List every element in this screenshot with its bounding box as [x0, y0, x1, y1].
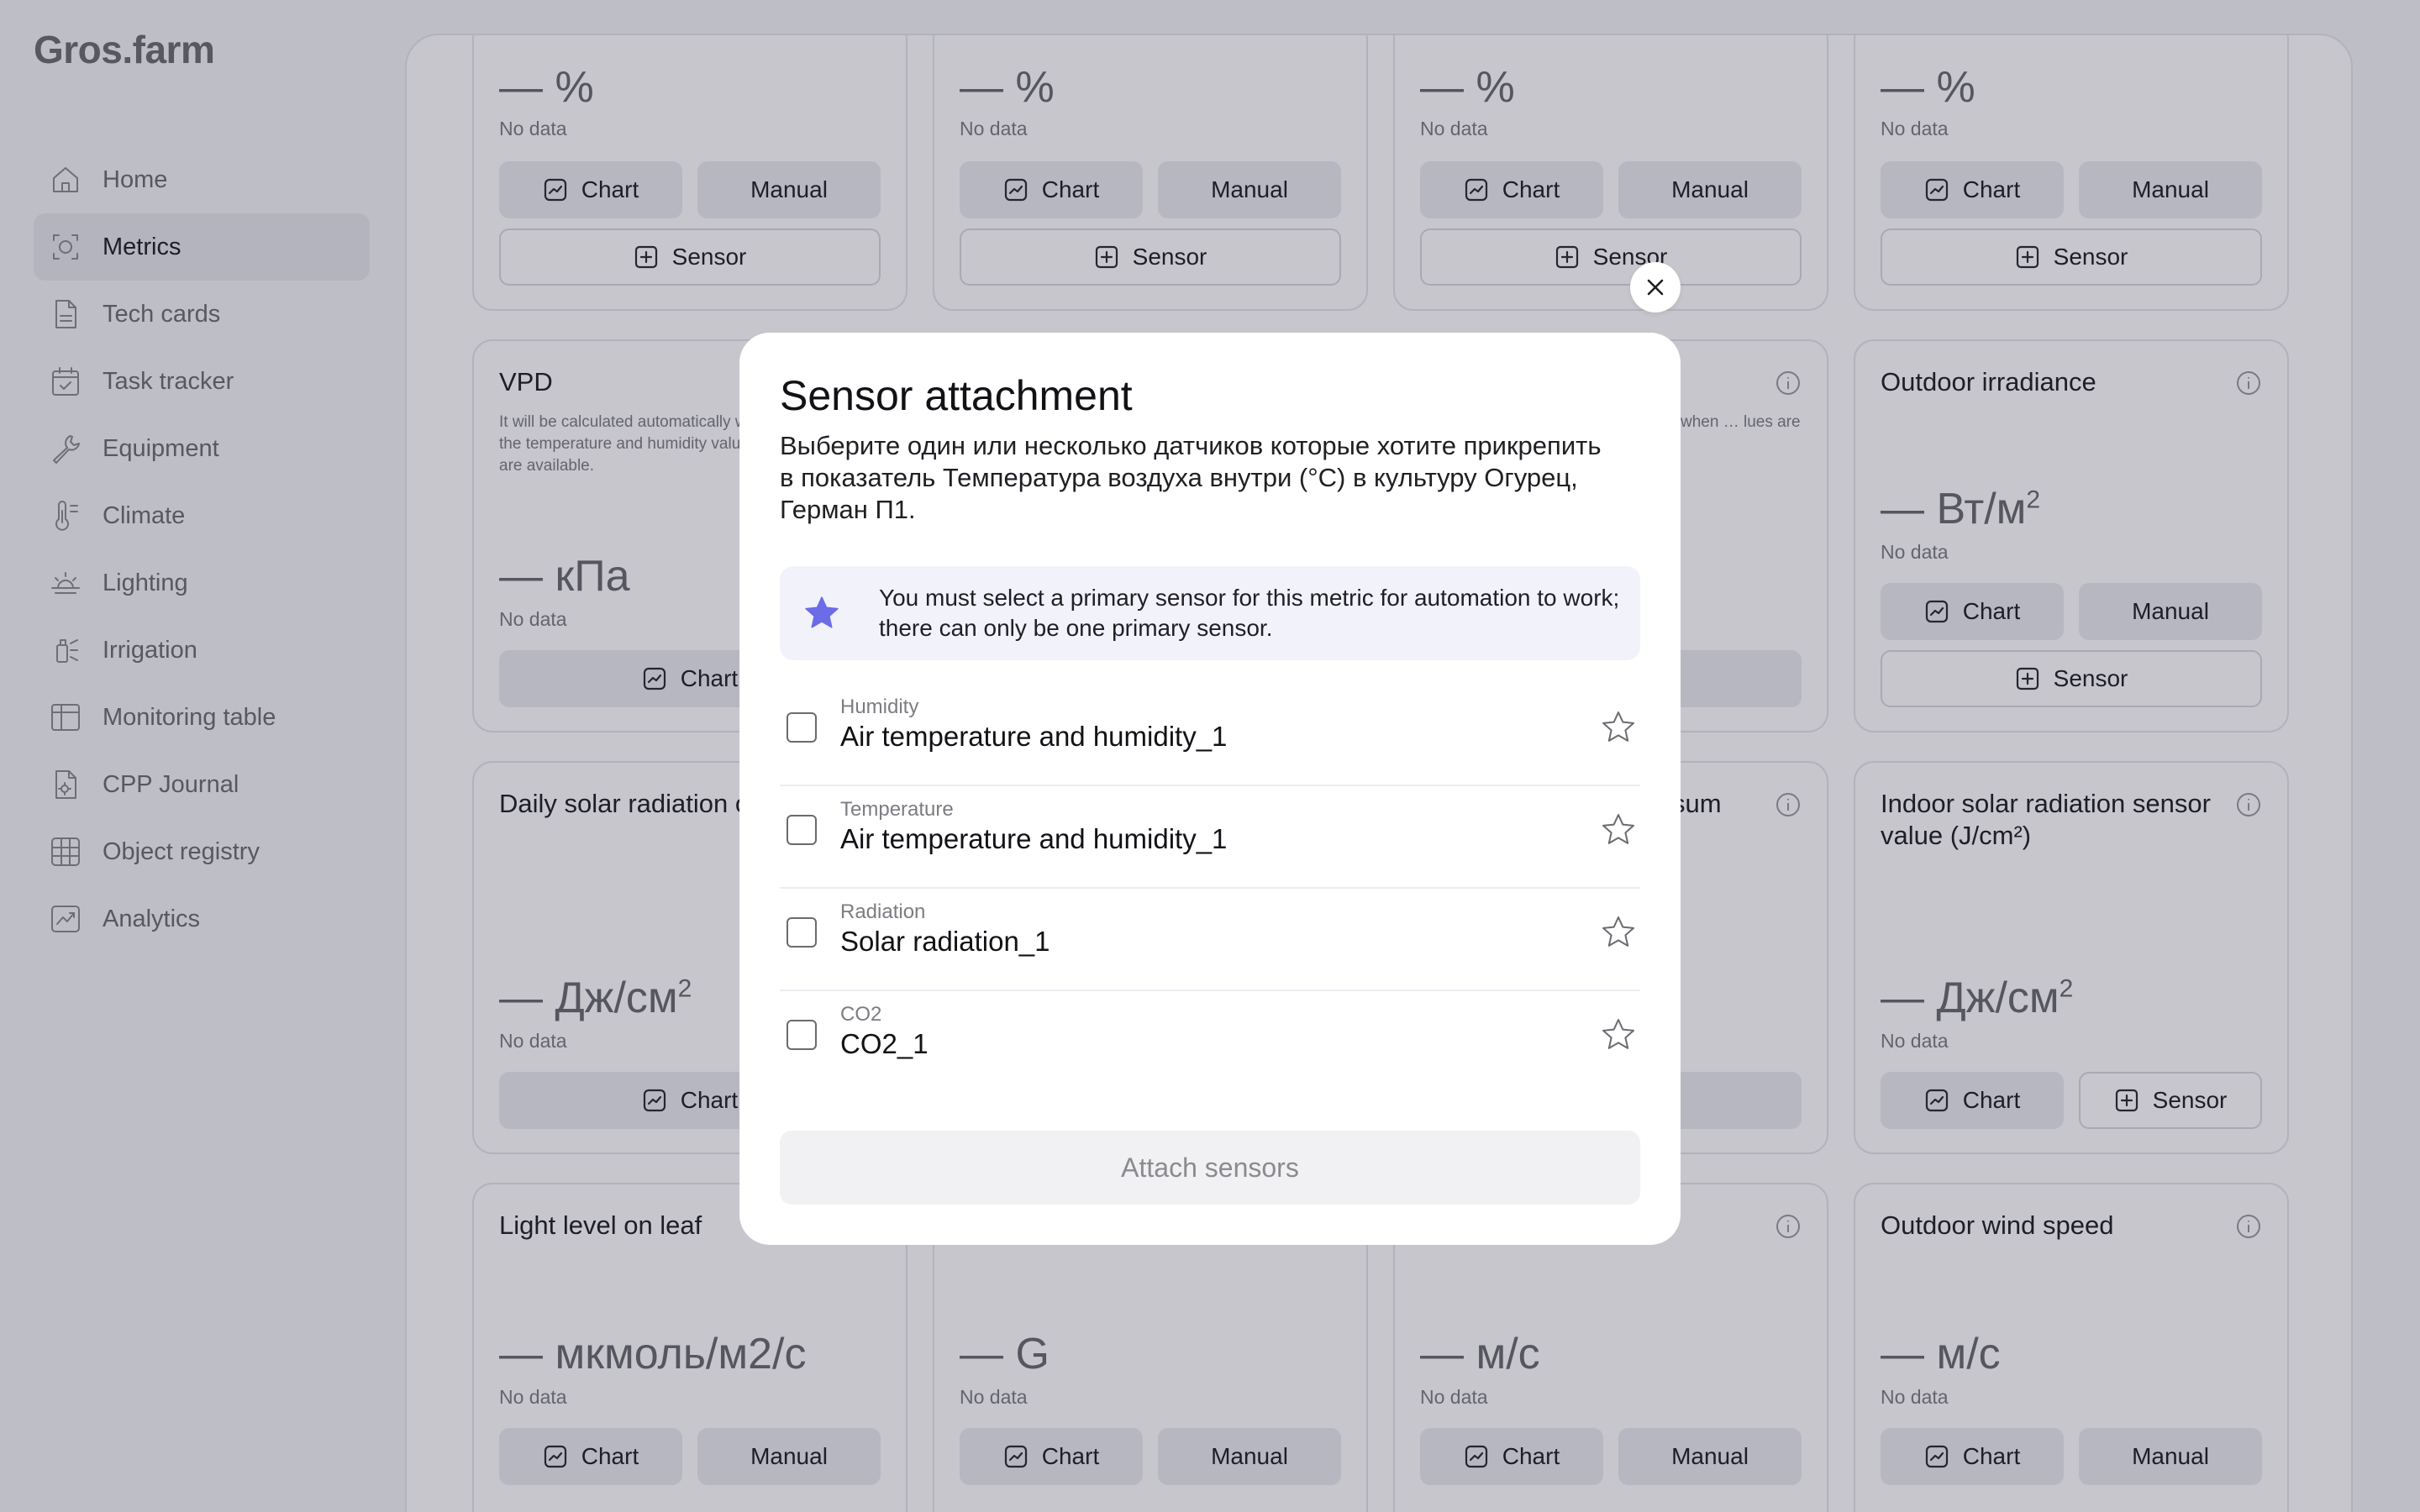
modal-title: Sensor attachment	[780, 372, 1133, 419]
sensor-name: CO2_1	[840, 1028, 929, 1059]
sensor-category: CO2	[840, 1003, 882, 1026]
primary-star-icon[interactable]	[1600, 709, 1637, 746]
sensor-name: Air temperature and humidity_1	[840, 721, 1228, 752]
sensor-name: Solar radiation_1	[840, 926, 1050, 957]
primary-star-icon[interactable]	[1600, 811, 1637, 848]
sensor-row: Radiation Solar radiation_1	[780, 889, 1640, 991]
close-icon	[1647, 279, 1664, 296]
modal-description: Выберите один или несколько датчиков кот…	[780, 431, 1602, 524]
sensor-checkbox[interactable]	[786, 815, 817, 845]
primary-star-icon[interactable]	[1600, 1016, 1637, 1053]
sensor-checkbox[interactable]	[786, 1020, 817, 1050]
sensor-row: Humidity Air temperature and humidity_1	[780, 684, 1640, 786]
attach-sensors-button[interactable]: Attach sensors	[780, 1131, 1640, 1205]
app-root: Gros.farm Home Metrics Tech cards Task t…	[0, 0, 2420, 1512]
notice-text: You must select a primary sensor for thi…	[879, 585, 1620, 641]
sensor-row: CO2 CO2_1	[780, 991, 1640, 1094]
sensor-category: Humidity	[840, 696, 919, 718]
sensor-row: Temperature Air temperature and humidity…	[780, 786, 1640, 889]
sensor-category: Radiation	[840, 900, 926, 923]
primary-star-icon[interactable]	[1600, 914, 1637, 951]
sensor-checkbox[interactable]	[786, 917, 817, 948]
sensor-attachment-modal: Sensor attachment Выберите один или неск…	[739, 333, 1681, 1245]
sensor-category: Temperature	[840, 798, 954, 821]
star-icon	[805, 596, 839, 628]
sensor-name: Air temperature and humidity_1	[840, 823, 1228, 854]
modal-close-button[interactable]	[1630, 262, 1681, 312]
sensor-checkbox[interactable]	[786, 712, 817, 743]
primary-sensor-notice: You must select a primary sensor for thi…	[780, 566, 1640, 660]
